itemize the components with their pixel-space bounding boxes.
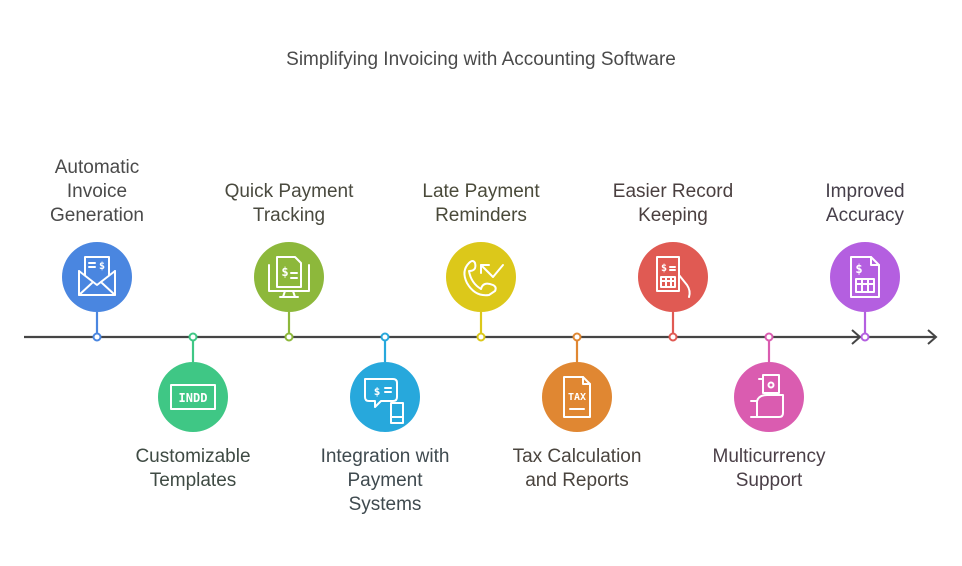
- timeline-node: [446, 242, 516, 342]
- svg-text:$: $: [855, 262, 862, 276]
- axis-marker: [668, 332, 678, 342]
- node-label-line: Accuracy: [825, 205, 905, 226]
- axis-marker: [764, 332, 774, 342]
- timeline-node: TAX: [542, 332, 612, 432]
- timeline-node: $: [62, 242, 132, 342]
- axis-marker: [284, 332, 294, 342]
- node-label-line: Reminders: [435, 205, 527, 226]
- node-circle: [254, 242, 324, 312]
- node-circle: [446, 242, 516, 312]
- axis-marker: [572, 332, 582, 342]
- node-label-line: Multicurrency: [712, 446, 826, 467]
- node-label-line: Late Payment: [422, 181, 540, 202]
- axis-marker: [860, 332, 870, 342]
- axis-marker: [380, 332, 390, 342]
- node-label: Customizable Templates: [108, 445, 278, 493]
- timeline-node: $: [830, 242, 900, 342]
- node-label: Quick Payment Tracking: [204, 180, 374, 228]
- node-label-line: Tracking: [252, 205, 326, 226]
- node-label: Improved Accuracy: [780, 180, 950, 228]
- node-label-line: Generation: [49, 205, 144, 226]
- node-label-line: Support: [735, 470, 803, 491]
- svg-text:$: $: [374, 385, 381, 398]
- svg-text:$: $: [661, 263, 667, 274]
- node-label-line: Customizable: [135, 446, 251, 467]
- node-label-line: Integration with: [320, 446, 450, 467]
- svg-text:INDD: INDD: [179, 391, 208, 405]
- node-label-line: Automatic: [54, 157, 140, 178]
- svg-text:$: $: [281, 265, 288, 279]
- node-label: Multicurrency Support: [684, 445, 854, 493]
- node-label-line: Tax Calculation: [512, 446, 642, 467]
- timeline-node: [734, 332, 804, 432]
- node-label-line: and Reports: [525, 470, 629, 491]
- node-circle: [830, 242, 900, 312]
- node-label-line: Templates: [149, 470, 237, 491]
- node-circle: [350, 362, 420, 432]
- node-circle: [734, 362, 804, 432]
- node-circle: [62, 242, 132, 312]
- svg-text:$: $: [99, 261, 105, 272]
- node-label: Late Payment Reminders: [396, 180, 566, 228]
- timeline-node: $: [350, 332, 420, 432]
- timeline-node: $: [254, 242, 324, 342]
- node-label-line: Keeping: [638, 205, 708, 226]
- node-label: Integration with Payment Systems: [300, 445, 470, 517]
- node-label: Tax Calculation and Reports: [492, 445, 662, 493]
- axis-marker: [476, 332, 486, 342]
- node-label-line: Quick Payment: [224, 181, 354, 202]
- timeline-node: INDD: [158, 332, 228, 432]
- node-label: Easier Record Keeping: [588, 180, 758, 228]
- node-label-line: Systems: [348, 494, 422, 515]
- node-label: Automatic Invoice Generation: [12, 156, 182, 228]
- axis-marker: [188, 332, 198, 342]
- node-label-line: Easier Record: [612, 181, 734, 202]
- timeline-node: $: [638, 242, 708, 342]
- svg-text:TAX: TAX: [568, 392, 586, 403]
- axis-marker: [92, 332, 102, 342]
- node-label-line: Payment: [347, 470, 423, 491]
- node-label-line: Improved: [825, 181, 905, 202]
- node-label-line: Invoice: [66, 181, 128, 202]
